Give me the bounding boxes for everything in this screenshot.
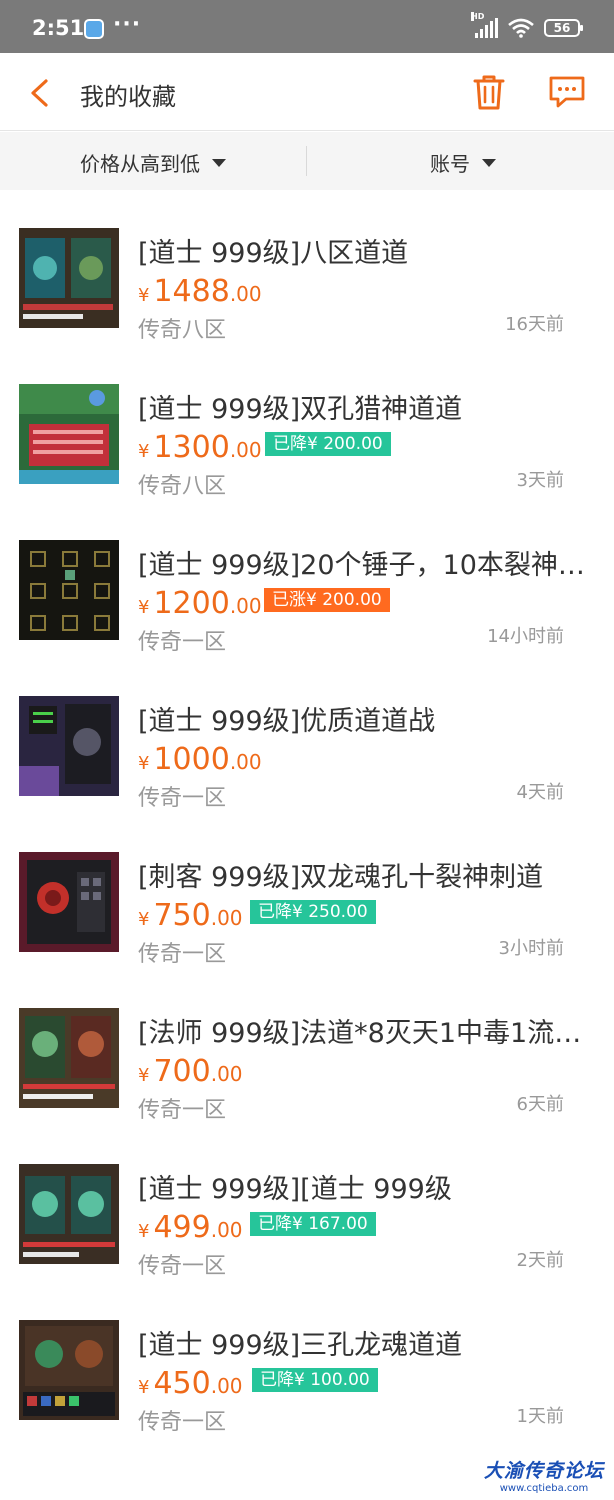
- sort-label: 价格从高到低: [80, 152, 200, 176]
- battery-icon: 56: [544, 19, 583, 37]
- wifi-icon: [508, 18, 534, 38]
- status-time: 2:51: [32, 16, 85, 40]
- message-icon[interactable]: [548, 75, 586, 109]
- signal-icon: HD: [471, 12, 498, 38]
- price-drop-badge: 已降¥ 167.00: [250, 1212, 376, 1236]
- list-item[interactable]: [道士 999级]20个锤子，10本裂神… ¥ 1200 .00 传奇一区 14…: [0, 502, 614, 658]
- list-item[interactable]: [法师 999级]法道*8灭天1中毒1流… ¥ 700 .00 传奇一区 6天前: [0, 970, 614, 1126]
- item-thumbnail: [19, 540, 119, 640]
- list-item[interactable]: [道士 999级]八区道道 ¥ 1488 .00 传奇八区 16天前: [0, 190, 614, 346]
- item-price: ¥ 1000 .00: [138, 742, 262, 777]
- item-title: [道士 999级]双孔猎神道道: [138, 394, 463, 425]
- filter-divider: [306, 146, 307, 176]
- nav-bar: 我的收藏: [0, 53, 614, 131]
- caret-down-icon: [482, 158, 496, 167]
- item-thumbnail: [19, 384, 119, 484]
- list-item[interactable]: [道士 999级][道士 999级 ¥ 499 .00 传奇一区 2天前: [0, 1126, 614, 1282]
- watermark-url: www.cqtieba.com: [499, 1483, 589, 1494]
- price-drop-badge: 已降¥ 100.00: [252, 1368, 378, 1392]
- item-title: [道士 999级]20个锤子，10本裂神…: [138, 550, 585, 581]
- item-time: 3天前: [516, 470, 564, 491]
- item-title: [道士 999级]优质道道战: [138, 706, 436, 737]
- caret-down-icon: [212, 158, 226, 167]
- item-time: 16天前: [505, 314, 564, 335]
- price-drop-badge: 已降¥ 250.00: [250, 900, 376, 924]
- page-title: 我的收藏: [80, 83, 176, 111]
- price-drop-badge: 已降¥ 200.00: [265, 432, 391, 456]
- favorites-list: [道士 999级]八区道道 ¥ 1488 .00 传奇八区 16天前 [道士 9…: [0, 190, 614, 1438]
- item-title: [道士 999级]三孔龙魂道道: [138, 1330, 463, 1361]
- item-price: ¥ 1200 .00: [138, 586, 262, 621]
- item-thumbnail: [19, 1008, 119, 1108]
- watermark-text: 大渝传奇论坛: [483, 1460, 604, 1482]
- filter-bar: 价格从高到低 账号: [0, 132, 614, 190]
- account-dropdown[interactable]: 账号: [430, 148, 496, 177]
- item-price: ¥ 700 .00: [138, 1054, 243, 1089]
- list-item[interactable]: [道士 999级]双孔猎神道道 ¥ 1300 .00 传奇八区 3天前: [0, 346, 614, 502]
- item-title: [法师 999级]法道*8灭天1中毒1流…: [138, 1018, 582, 1049]
- list-item[interactable]: [道士 999级]三孔龙魂道道 ¥ 450 .00 传奇一区 1天前: [0, 1282, 614, 1438]
- item-title: [道士 999级][道士 999级: [138, 1174, 452, 1205]
- app-notification-icon: [84, 19, 104, 39]
- status-icons: HD 56: [471, 12, 583, 38]
- item-time: 2天前: [516, 1250, 564, 1271]
- item-thumbnail: [19, 852, 119, 952]
- item-price: ¥ 499 .00: [138, 1210, 243, 1245]
- watermark: 大渝传奇论坛 www.cqtieba.com: [484, 1456, 604, 1494]
- list-item[interactable]: [道士 999级]优质道道战 ¥ 1000 .00 传奇一区 4天前: [0, 658, 614, 814]
- item-title: [道士 999级]八区道道: [138, 238, 409, 269]
- item-thumbnail: [19, 228, 119, 328]
- item-title: [刺客 999级]双龙魂孔十裂神刺道: [138, 862, 544, 893]
- more-notifications-icon: ···: [113, 12, 142, 37]
- item-server: 传奇一区: [138, 1254, 227, 1279]
- trash-icon[interactable]: [472, 73, 506, 111]
- account-label: 账号: [430, 152, 470, 176]
- item-server: 传奇一区: [138, 942, 227, 967]
- price-rise-badge: 已涨¥ 200.00: [264, 588, 390, 612]
- item-thumbnail: [19, 1164, 119, 1264]
- item-thumbnail: [19, 696, 119, 796]
- item-thumbnail: [19, 1320, 119, 1420]
- item-server: 传奇一区: [138, 630, 227, 655]
- sort-dropdown[interactable]: 价格从高到低: [80, 148, 226, 177]
- item-time: 3小时前: [498, 938, 564, 959]
- item-price: ¥ 450 .00: [138, 1366, 243, 1401]
- back-arrow-icon[interactable]: [24, 75, 54, 111]
- item-server: 传奇一区: [138, 1410, 227, 1435]
- item-price: ¥ 750 .00: [138, 898, 243, 933]
- list-item[interactable]: [刺客 999级]双龙魂孔十裂神刺道 ¥ 750 .00 传奇一区 3小时前: [0, 814, 614, 970]
- item-price: ¥ 1300 .00: [138, 430, 262, 465]
- item-time: 1天前: [516, 1406, 564, 1427]
- item-time: 4天前: [516, 782, 564, 803]
- network-type-label: HD: [471, 12, 485, 21]
- item-server: 传奇一区: [138, 1098, 227, 1123]
- item-time: 14小时前: [487, 626, 564, 647]
- item-time: 6天前: [516, 1094, 564, 1115]
- item-server: 传奇一区: [138, 786, 227, 811]
- status-bar: 2:51 ··· HD 56: [0, 0, 614, 53]
- item-price: ¥ 1488 .00: [138, 274, 262, 309]
- item-server: 传奇八区: [138, 318, 227, 343]
- item-server: 传奇八区: [138, 474, 227, 499]
